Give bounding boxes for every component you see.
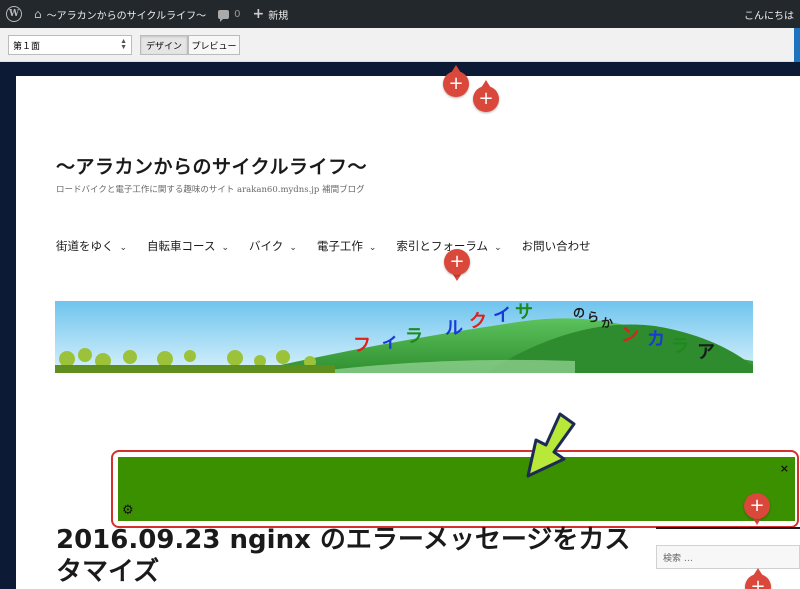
annotation-arrow-icon [526, 412, 576, 478]
banner-letter: イ [493, 305, 511, 326]
nav-item-kaido[interactable]: 街道をゆく ⌄ [56, 238, 127, 254]
new-content-link[interactable]: + 新規 [247, 0, 295, 28]
search-input[interactable]: 検索 … [656, 545, 800, 569]
plus-icon: + [744, 493, 770, 519]
nav-label: お問い合わせ [521, 239, 591, 253]
home-icon: ⌂ [34, 7, 42, 21]
chevron-down-icon: ⌄ [289, 243, 297, 253]
new-label: 新規 [268, 10, 289, 22]
post-title[interactable]: 2016.09.23 nginx のエラーメッセージをカスタマイズ [56, 524, 636, 588]
nav-label: 自転車コース [147, 239, 216, 253]
main-navigation: 街道をゆく ⌄ 自転車コース ⌄ バイク ⌄ 電子工作 ⌄ 索引とフォーラム ⌄ お問い合… [56, 238, 611, 254]
nav-label: 街道をゆく [56, 239, 114, 253]
close-icon[interactable]: × [780, 462, 789, 475]
plus-icon: + [443, 71, 469, 97]
banner-letter: ラ [671, 336, 689, 357]
site-title[interactable]: 〜アラカンからのサイクルライフ〜 [56, 152, 367, 179]
page-select-value: 第１面 [13, 40, 41, 51]
nav-label: 索引とフォーラム [396, 239, 489, 253]
add-widget-marker[interactable]: + [443, 65, 469, 97]
banner-scene: フ ィ ラ ル ク イ サ の ら か ン カ ラ ア [55, 301, 753, 373]
add-widget-marker[interactable]: + [473, 80, 499, 112]
plus-icon: + [745, 574, 771, 589]
widget-area[interactable]: × ⚙ [118, 457, 795, 521]
add-widget-marker[interactable]: + [744, 493, 770, 525]
select-arrows-icon: ▲ ▼ [120, 38, 127, 51]
banner-letter: ラ [405, 326, 423, 347]
add-widget-marker[interactable]: + [444, 249, 470, 281]
plus-icon: + [473, 86, 499, 112]
page-select[interactable]: 第１面 ▲ ▼ [8, 35, 132, 55]
add-widget-marker[interactable]: + [745, 568, 771, 589]
wordpress-menu[interactable]: W [0, 0, 28, 28]
nav-label: バイク [249, 239, 284, 253]
sidebar-divider [656, 527, 800, 529]
account-greeting[interactable]: こんにちは [738, 0, 800, 28]
nav-item-contact[interactable]: お問い合わせ [522, 238, 591, 254]
banner-letter: ク [469, 311, 487, 332]
tab-preview[interactable]: プレビュー [188, 35, 240, 55]
banner-letter: ル [445, 318, 463, 339]
chevron-down-icon: ⌄ [221, 243, 230, 253]
banner-letter: ィ [381, 331, 399, 352]
plus-icon: + [444, 249, 470, 275]
plus-icon: + [252, 6, 265, 22]
wordpress-logo-icon: W [6, 6, 22, 22]
comments-link[interactable]: 0 [212, 0, 246, 28]
gear-icon[interactable]: ⚙ [122, 504, 134, 517]
banner-letter: サ [515, 302, 533, 323]
banner-letter: ン [621, 325, 639, 346]
site-name-link[interactable]: ⌂ 〜アラカンからのサイクルライフ〜 [28, 0, 212, 28]
banner-letter: ア [697, 342, 715, 363]
banner-letter: フ [353, 335, 371, 356]
admin-bar: W ⌂ 〜アラカンからのサイクルライフ〜 0 + 新規 こんにちは [0, 0, 800, 28]
nav-item-bike[interactable]: バイク ⌄ [249, 238, 297, 254]
nav-label: 電子工作 [316, 239, 363, 253]
editor-toolbar: 第１面 ▲ ▼ デザイン プレビュー [0, 28, 800, 62]
site-name-label: 〜アラカンからのサイクルライフ〜 [46, 10, 207, 22]
nav-item-course[interactable]: 自転車コース ⌄ [147, 238, 229, 254]
header-banner-image: フ ィ ラ ル ク イ サ の ら か ン カ ラ ア [55, 301, 753, 373]
comment-icon [218, 9, 230, 22]
banner-letter: ら [587, 310, 599, 324]
banner-letter: カ [647, 329, 665, 350]
banner-letter: の [573, 306, 585, 320]
site-description: ロードバイクと電子工作に関する趣味のサイト arakan60.mydns.jp … [56, 185, 365, 195]
tab-design[interactable]: デザイン [140, 35, 188, 55]
chevron-down-icon: ⌄ [368, 243, 377, 253]
chevron-down-icon: ⌄ [494, 243, 502, 253]
banner-letter: か [601, 316, 613, 330]
nav-item-electronics[interactable]: 電子工作 ⌄ [317, 238, 377, 254]
comment-count: 0 [234, 8, 241, 20]
chevron-down-icon: ⌄ [119, 243, 128, 253]
scroll-edge [794, 28, 800, 62]
